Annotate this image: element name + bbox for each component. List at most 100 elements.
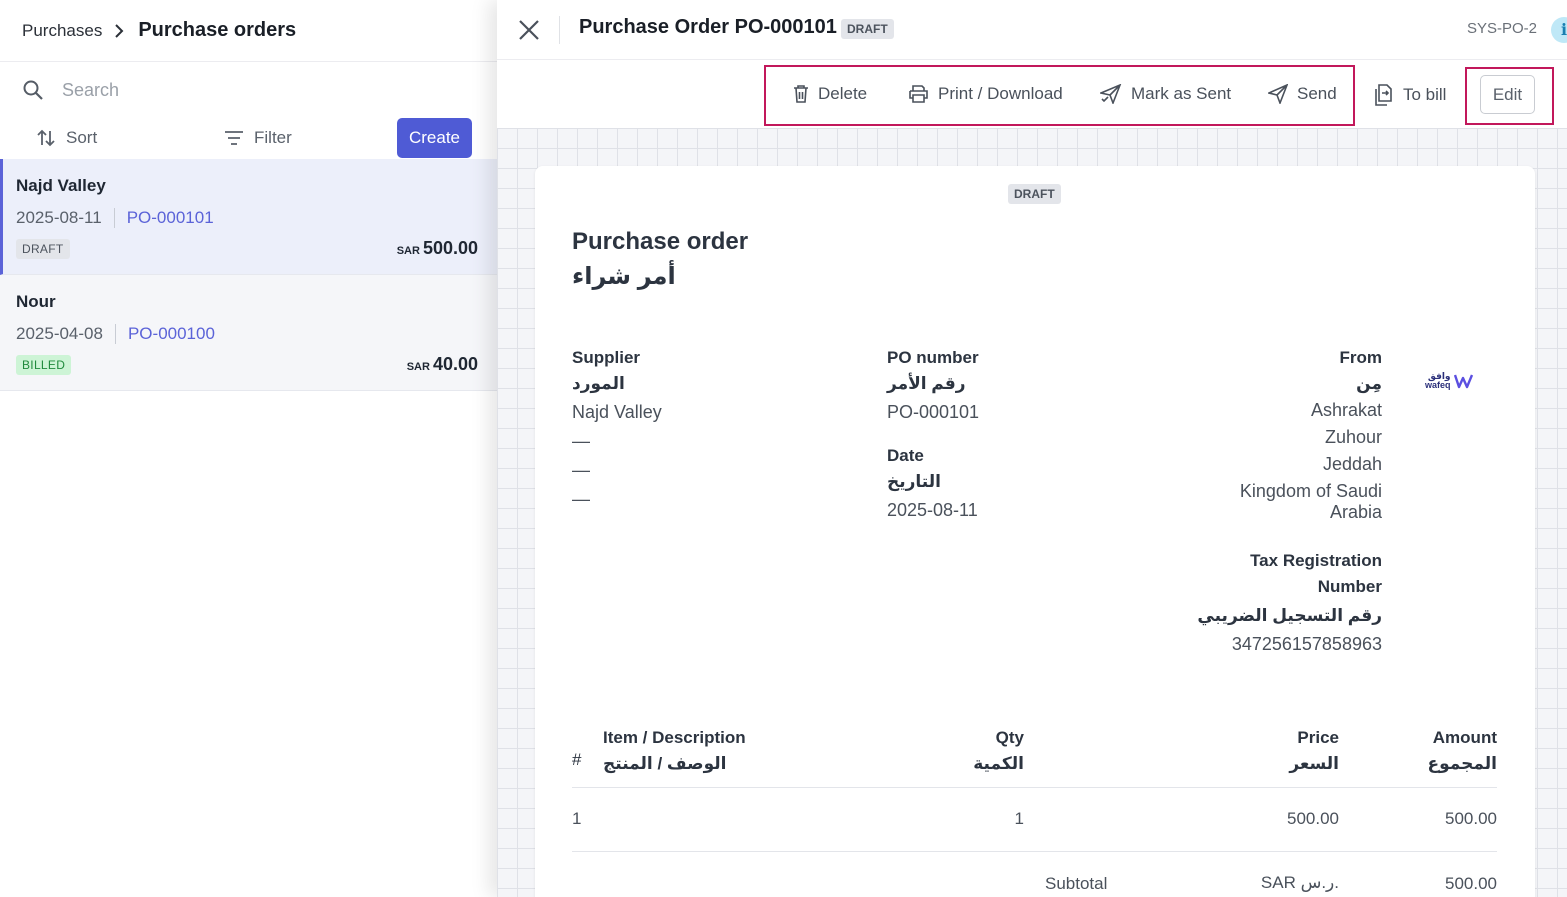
table-divider: [572, 851, 1497, 852]
column-header-price-ar: السعر: [1289, 754, 1339, 773]
supplier-label-arabic: المورد: [572, 374, 625, 393]
currency-code: SAR: [406, 361, 430, 373]
filter-label: Filter: [254, 128, 292, 147]
status-badge: DRAFT: [16, 239, 70, 259]
supplier-line: —: [572, 489, 590, 509]
purchase-order-list: Najd Valley 2025-08-11 PO-000101 DRAFT S…: [0, 159, 497, 391]
create-button[interactable]: Create: [397, 118, 472, 158]
search-icon: [22, 79, 44, 101]
from-address-line: Jeddah: [1322, 454, 1382, 474]
list-item-supplier: Nour: [16, 292, 56, 311]
filter-button[interactable]: Filter: [224, 128, 292, 148]
sort-label: Sort: [66, 128, 98, 147]
from-address-line: Ashrakat: [1310, 400, 1382, 420]
to-bill-label: To bill: [1403, 85, 1447, 104]
purchase-order-detail-panel: Purchase Order PO-000101 DRAFT SYS-PO-2 …: [497, 0, 1567, 897]
date-value: 2025-08-11: [887, 500, 978, 520]
detail-title: Purchase Order PO-000101: [579, 16, 837, 38]
sort-button[interactable]: Sort: [36, 128, 97, 148]
row-price: 500.00: [1287, 809, 1339, 828]
po-number-label-arabic: رقم الأمر: [887, 374, 966, 393]
meta-divider: [113, 208, 115, 228]
amount-value: 500.00: [422, 238, 478, 258]
print-label: Print / Download: [938, 84, 1063, 103]
date-label: Date: [887, 446, 924, 465]
subtotal-label: Subtotal: [1045, 874, 1108, 893]
detail-header: Purchase Order PO-000101 DRAFT SYS-PO-2 …: [497, 0, 1567, 60]
column-header-price: Price السعر: [1239, 728, 1339, 774]
breadcrumb: Purchases Purchase orders: [0, 0, 497, 62]
list-item-meta: 2025-08-11 PO-000101: [16, 208, 497, 228]
tax-label-arabic: رقم التسجيل الضريبي: [1197, 606, 1382, 625]
column-header-index: #: [572, 750, 582, 769]
list-item-date: 2025-04-08: [16, 324, 103, 343]
list-item-po-000101[interactable]: Najd Valley 2025-08-11 PO-000101 DRAFT S…: [0, 159, 497, 275]
action-bar: Delete Print / Download Mark as Sent Sen…: [497, 60, 1567, 128]
po-number-value: PO-000101: [887, 402, 980, 422]
from-address-line: Zuhour: [1324, 427, 1382, 447]
info-icon[interactable]: i: [1551, 17, 1567, 43]
logo-wordmark: وافق wafeq: [1425, 372, 1451, 390]
send-label: Send: [1297, 84, 1337, 103]
wafeq-logo-icon: [1453, 373, 1474, 389]
convert-document-icon: [1374, 84, 1394, 106]
mark-as-sent-button[interactable]: Mark as Sent: [1100, 84, 1231, 104]
po-number-label: PO number: [887, 348, 979, 367]
document-status-badge: DRAFT: [1008, 184, 1061, 204]
edit-button[interactable]: Edit: [1480, 75, 1535, 114]
breadcrumb-purchases-link[interactable]: Purchases: [22, 21, 102, 41]
currency-code: SAR: [396, 245, 420, 257]
list-item-amount: SAR 500.00: [397, 238, 478, 259]
row-qty: 1: [1014, 809, 1024, 828]
filter-icon: [224, 130, 244, 146]
print-download-button[interactable]: Print / Download: [908, 84, 1063, 104]
from-block: From مِن Ashrakat Zuhour Jeddah Kingdom …: [1082, 348, 1382, 523]
delete-button[interactable]: Delete: [793, 84, 867, 104]
to-bill-button[interactable]: To bill: [1374, 84, 1446, 106]
header-divider: [559, 16, 560, 44]
mark-as-sent-label: Mark as Sent: [1131, 84, 1232, 103]
column-header-item: Item / Description الوصف / المنتج: [603, 728, 746, 774]
system-id: SYS-PO-2: [1466, 20, 1537, 37]
list-toolbar: Sort Filter Create: [0, 118, 497, 158]
trash-icon: [793, 84, 809, 104]
chevron-right-icon: [114, 23, 124, 38]
list-item-date: 2025-08-11: [16, 208, 102, 227]
search-input[interactable]: [62, 79, 442, 101]
purchase-orders-list-panel: Purchases Purchase orders Sort Filter Cr…: [0, 0, 497, 897]
column-header-amount: Amount المجموع: [1397, 728, 1497, 774]
search-bar: [0, 62, 497, 118]
supplier-line: —: [572, 460, 590, 480]
close-icon[interactable]: [517, 18, 541, 42]
list-item-amount: SAR 40.00: [407, 354, 478, 375]
supplier-label: Supplier: [572, 348, 641, 367]
sort-arrows-icon: [36, 128, 56, 148]
status-badge: DRAFT: [841, 19, 894, 39]
list-item-supplier: Najd Valley: [16, 176, 106, 195]
list-item-number: PO-000100: [127, 324, 215, 343]
column-header-price-en: Price: [1297, 728, 1339, 747]
status-badge: BILLED: [16, 355, 72, 375]
list-item-po-000100[interactable]: Nour 2025-04-08 PO-000100 BILLED SAR 40.…: [0, 275, 497, 391]
subtotal-currency: SAR ر.س.: [1260, 873, 1339, 892]
page-title: Purchase orders: [138, 19, 297, 41]
paper-plane-check-icon: [1100, 84, 1122, 104]
document-preview-canvas[interactable]: DRAFT Purchase order أمر شراء Supplier ا…: [497, 128, 1567, 897]
logo-text-english: wafeq: [1425, 380, 1451, 390]
meta-divider: [114, 324, 116, 344]
column-header-item-ar: الوصف / المنتج: [603, 754, 727, 773]
company-logo: وافق wafeq: [1425, 372, 1474, 390]
supplier-block: Supplier المورد Najd Valley — — —: [572, 348, 662, 510]
subtotal-value: 500.00: [1445, 874, 1497, 893]
document-paper: DRAFT Purchase order أمر شراء Supplier ا…: [535, 166, 1535, 897]
list-item-meta: 2025-04-08 PO-000100: [16, 324, 497, 344]
delete-label: Delete: [818, 84, 868, 103]
document-heading: Purchase order: [572, 228, 749, 255]
from-label-arabic: مِن: [1356, 374, 1382, 393]
send-button[interactable]: Send: [1268, 84, 1337, 104]
supplier-line: —: [572, 431, 590, 451]
amount-value: 40.00: [432, 354, 478, 374]
document-heading-arabic: أمر شراء: [572, 263, 676, 290]
tax-number-value: 347256157858963: [1231, 634, 1382, 654]
tax-registration-block: Tax Registration Number رقم التسجيل الضر…: [1082, 548, 1382, 655]
